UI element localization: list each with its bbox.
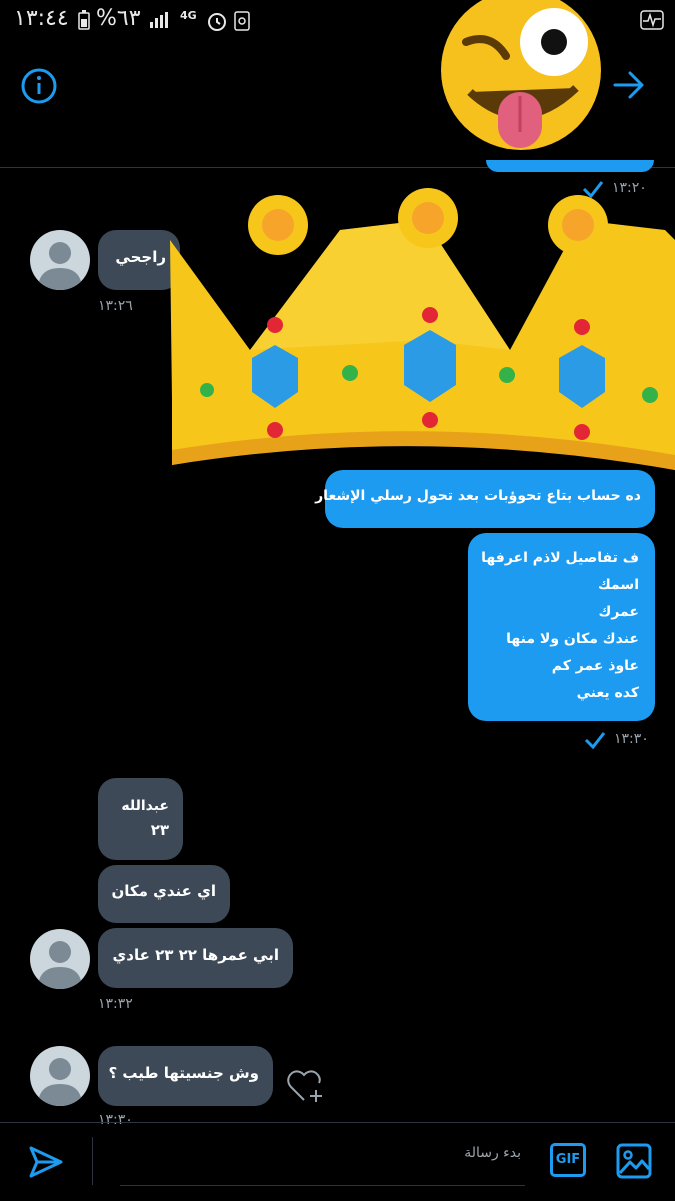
avatar[interactable] [30, 1046, 90, 1106]
send-icon[interactable] [28, 1145, 64, 1179]
crown-sticker [170, 188, 675, 470]
message-bubble[interactable]: ف تفاصيل لاذم اعرفها اسمك عمرك عندك مكان… [468, 533, 655, 721]
like-heart-icon[interactable] [286, 1068, 326, 1104]
message-line: عاوذ عمر كم [551, 658, 639, 674]
avatar[interactable] [30, 230, 90, 290]
recycle-icon [234, 11, 250, 31]
message-bubble[interactable]: ابي عمرها ٢٢ ٢٣ عادي [98, 928, 293, 988]
message-line: ٢٣ [150, 821, 169, 839]
message-bubble[interactable]: عبدالله ٢٣ [98, 778, 183, 860]
winking-tongue-emoji [441, 0, 601, 150]
battery-icon [78, 10, 90, 30]
message-line: اسمك [598, 577, 639, 593]
message-bubble[interactable]: ده حساب بتاع تحوؤبات بعد تحول رسلي الإشع… [315, 470, 655, 528]
message-composer: بدء رسالة GIF [0, 1122, 675, 1201]
image-icon[interactable] [616, 1143, 652, 1179]
pulse-icon [640, 10, 664, 30]
default-avatar-icon [38, 242, 82, 290]
message-line: عندك مكان ولا منها [506, 631, 639, 647]
previous-message-bubble[interactable] [486, 160, 654, 172]
message-bubble[interactable]: وش جنسيتها طيب ؟ [98, 1046, 273, 1106]
message-bubble[interactable]: اي عندي مكان [98, 865, 230, 923]
message-line: عبدالله [121, 798, 169, 814]
gif-button[interactable]: GIF [550, 1143, 586, 1177]
arrow-right-icon[interactable] [612, 70, 646, 100]
message-line: كده يعني [576, 685, 639, 701]
avatar[interactable] [30, 929, 90, 989]
message-time: ١٣:٢٦ [98, 298, 133, 314]
check-icon [584, 732, 606, 749]
default-avatar-icon [38, 941, 82, 989]
divider [92, 1137, 93, 1185]
message-time: ١٣:٣٠ [614, 731, 649, 747]
message-time: ١٣:٣٢ [98, 996, 133, 1012]
signal-icon [150, 12, 168, 28]
network-label: 4G [180, 9, 197, 22]
message-input-placeholder: بدء رسالة [464, 1145, 521, 1161]
default-avatar-icon [38, 1058, 82, 1106]
battery-percent: %٦٣ [96, 6, 141, 31]
alarm-icon [208, 13, 226, 31]
message-input[interactable]: بدء رسالة [120, 1137, 525, 1186]
message-line: عمرك [598, 604, 640, 620]
info-icon[interactable] [20, 67, 58, 105]
status-time: ١٣:٤٤ [14, 6, 69, 31]
message-line: ف تفاصيل لاذم اعرفها [481, 550, 639, 566]
